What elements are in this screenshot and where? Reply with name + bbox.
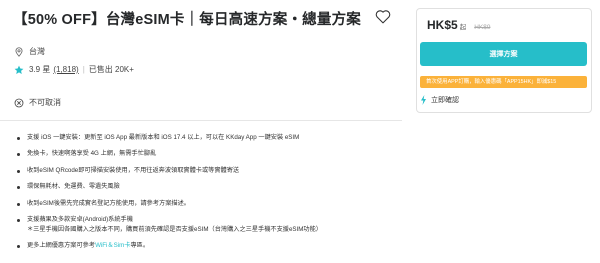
feature-subnote: ＊三星手機因各國購入之版本不同，購買前須先確認是否支援eSIM（台灣購入之三星手… [27,225,322,233]
feature-item: 支援 iOS 一鍵安裝：更新至 iOS App 最新版本和 iOS 17.4 以… [17,133,322,143]
location-pin-icon [15,46,23,57]
feature-item: 收到eSIM QRcode即可掃描安裝使用，不用往返奔波領取實體卡或等實體寄送 [17,166,322,176]
feature-item: 更多上網優惠方案可參考WiFi＆Sim卡專區。 [17,241,322,251]
location-row: 台灣 [14,46,45,57]
feature-item: 支援蘋果及多款安卓(Android)系統手機 ＊三星手機因各國購入之版本不同，購… [17,215,322,235]
cancel-circle-icon [14,98,24,107]
heart-icon[interactable] [375,9,391,24]
instant-confirm-row: 立即確認 [420,95,459,105]
promo-banner: 首次使用APP訂購，輸入優惠碼「APP15HK」即減$15 [420,76,587,88]
star-icon [14,65,24,74]
original-price: HK$9 [474,24,491,31]
select-plan-button[interactable]: 選擇方案 [420,42,587,66]
instant-confirm-text: 立即確認 [431,97,459,104]
price: HK$5 [427,18,458,32]
cancellation-row: 不可取消 [14,97,61,108]
cancellation-text: 不可取消 [29,98,61,107]
feature-list: 支援 iOS 一鍵安裝：更新至 iOS App 最新版本和 iOS 17.4 以… [17,133,322,258]
separator: | [82,65,85,74]
booking-card: HK$5 起 HK$9 選擇方案 首次使用APP訂購，輸入優惠碼「APP15HK… [416,8,592,113]
price-row: HK$5 起 HK$9 [427,18,490,32]
divider [0,120,402,121]
product-title: 【50% OFF】台灣eSIM卡｜每日高速方案・總量方案 [13,12,361,28]
lightning-bolt-icon [421,95,426,105]
wifi-sim-link[interactable]: WiFi＆Sim卡 [95,242,130,249]
rating-count-link[interactable]: (1,818) [53,65,78,74]
location-text: 台灣 [29,47,45,56]
feature-item: 環保無耗材、免運費、零遺失風險 [17,182,322,192]
feature-item: 免換卡，快速啊落享受 4G 上網，無需手忙腳亂 [17,149,322,159]
rating-score: 3.9 星 [29,65,51,74]
rating-row: 3.9 星 (1,818) | 已售出 20K+ [14,64,134,75]
price-suffix: 起 [459,24,467,31]
feature-item: 收到eSIM後需先完成實名登記方能使用，請參考方案描述。 [17,199,322,209]
sold-count: 已售出 20K+ [88,65,134,74]
